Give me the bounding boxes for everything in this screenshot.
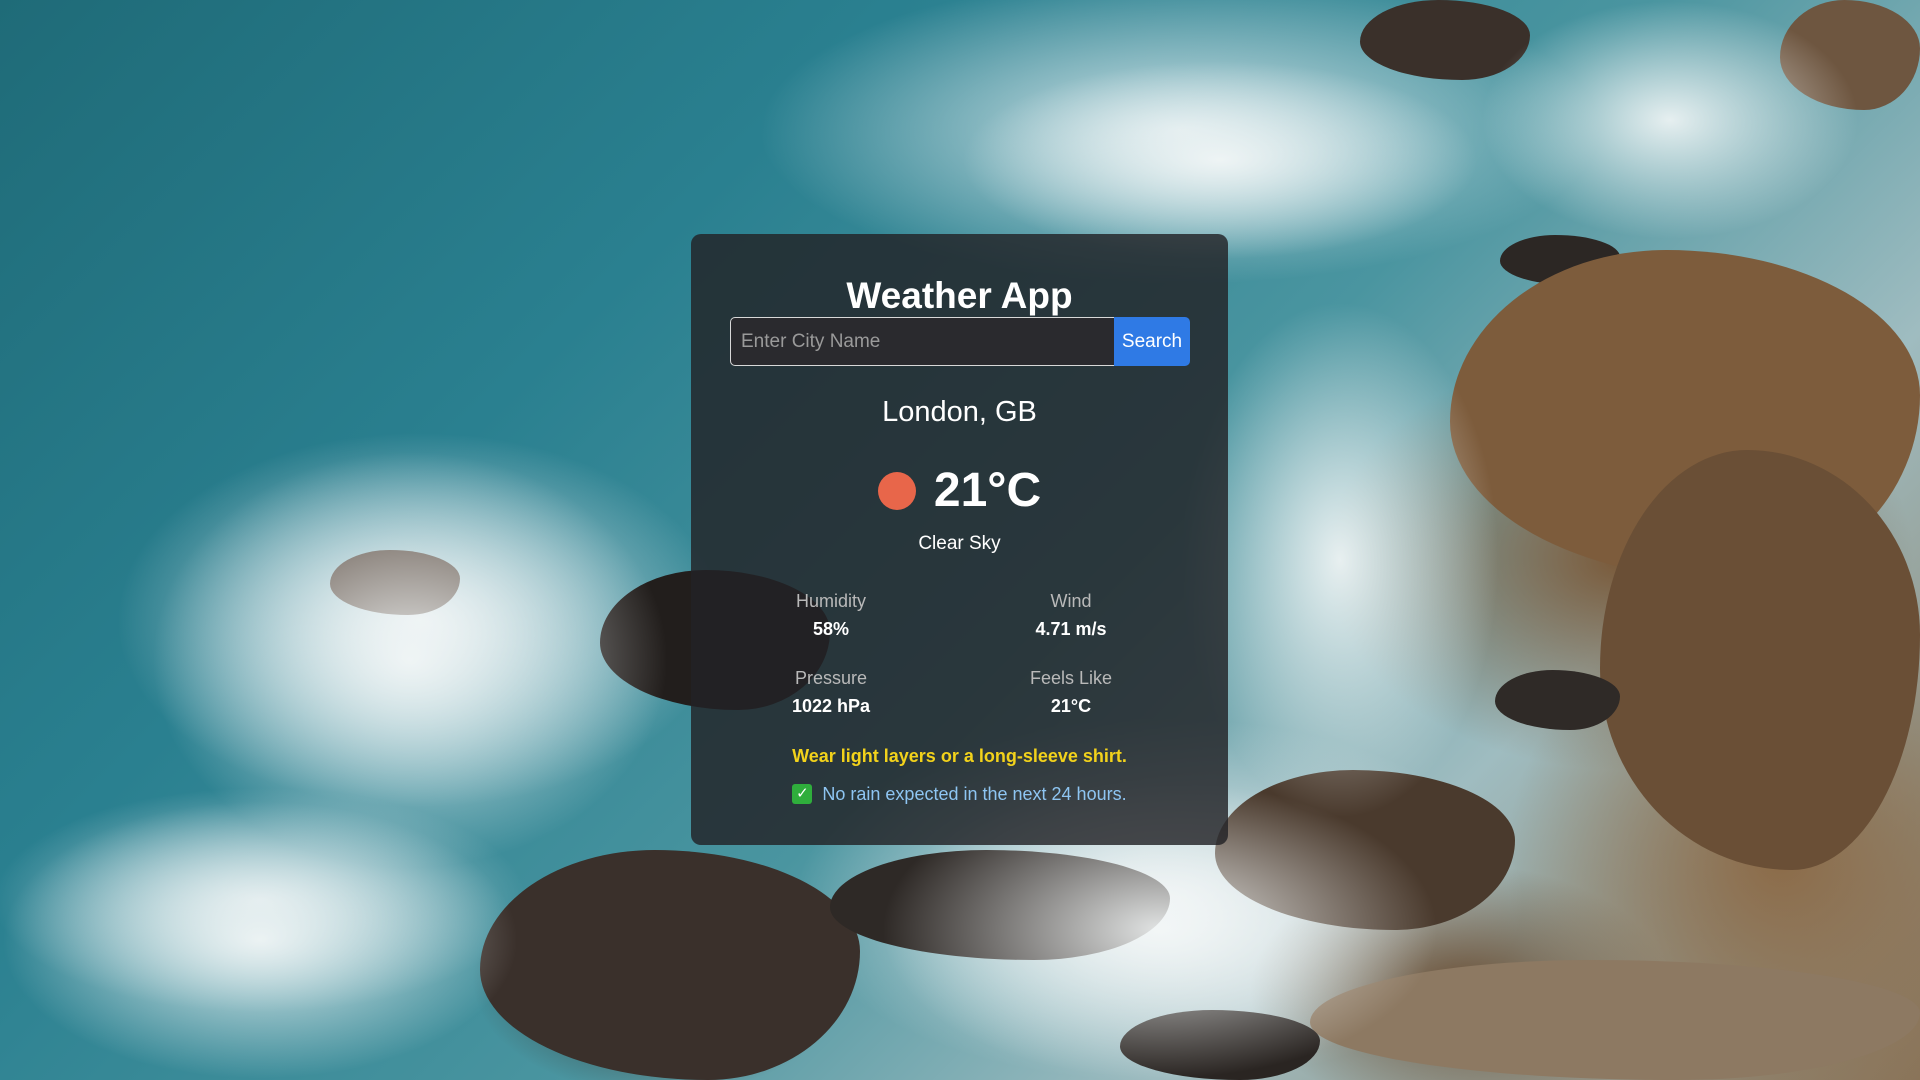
- sea-foam: [960, 60, 1480, 260]
- humidity-stat: Humidity 58%: [731, 590, 931, 640]
- city-search-input[interactable]: [730, 317, 1114, 366]
- search-bar: Search: [730, 317, 1190, 366]
- search-button[interactable]: Search: [1114, 317, 1190, 366]
- humidity-value: 58%: [812, 619, 850, 639]
- pressure-stat: Pressure 1022 hPa: [731, 667, 931, 717]
- wind-value: 4.71 m/s: [1035, 619, 1107, 639]
- check-icon: ✓: [792, 784, 813, 804]
- weather-condition: Clear Sky: [918, 533, 1001, 554]
- temperature: 21°C: [933, 464, 1042, 517]
- rain-forecast-text: No rain expected in the next 24 hours.: [822, 784, 1127, 804]
- sea-foam: [1480, 0, 1860, 240]
- temperature-row: 21°C: [691, 461, 1228, 521]
- rock-shape: [1495, 670, 1620, 730]
- wind-stat: Wind 4.71 m/s: [971, 590, 1171, 640]
- sea-foam: [0, 800, 520, 1080]
- rain-forecast: ✓ No rain expected in the next 24 hours.: [691, 783, 1228, 805]
- clothing-advice: Wear light layers or a long-sleeve shirt…: [792, 746, 1127, 766]
- rock-shape: [480, 850, 860, 1080]
- pressure-label: Pressure: [794, 668, 868, 688]
- feels-like-stat: Feels Like 21°C: [971, 667, 1171, 717]
- wind-label: Wind: [1050, 591, 1092, 611]
- feels-like-value: 21°C: [1050, 696, 1092, 716]
- city-name: London, GB: [882, 396, 1037, 428]
- pressure-value: 1022 hPa: [791, 696, 871, 716]
- sun-icon: [877, 472, 916, 510]
- feels-like-label: Feels Like: [1029, 668, 1113, 688]
- humidity-label: Humidity: [795, 591, 866, 611]
- sea-foam: [1180, 300, 1500, 820]
- app-title: Weather App: [846, 275, 1073, 316]
- weather-card: Weather App Search London, GB 21°C Clear…: [691, 234, 1228, 845]
- rock-shape: [1600, 450, 1920, 870]
